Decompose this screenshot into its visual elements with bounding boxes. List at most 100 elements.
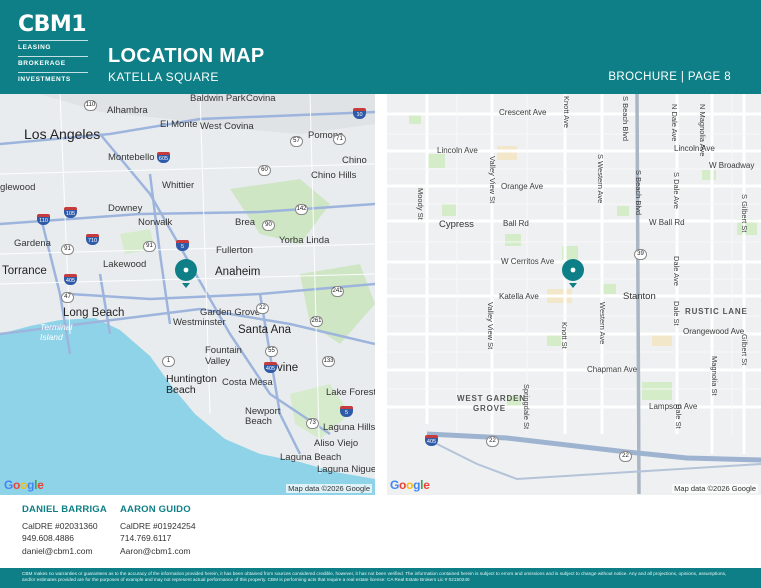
label-los-angeles: Los Angeles [24,126,101,142]
interstate-shield: 5 [340,406,353,417]
disclaimer-footer: CBM makes no warranties or guarantees as… [0,568,761,588]
route-shield: 241 [331,286,344,297]
label-s-western-ave: S Western Ave [596,154,605,204]
label-cypress: Cypress [439,219,474,230]
route-shield: 261 [310,316,323,327]
label-yorba-linda: Yorba Linda [279,235,330,246]
local-map[interactable]: Crescent Ave Lincoln Ave Lincoln Ave W B… [387,94,761,495]
label-costa-mesa: Costa Mesa [222,377,273,388]
contact-phone[interactable]: 714.769.6117 [120,532,196,545]
label-fullerton: Fullerton [216,245,253,256]
label-lincoln-ave-east: Lincoln Ave [674,144,715,153]
contact-email[interactable]: daniel@cbm1.com [22,545,107,558]
label-norwalk: Norwalk [138,217,173,228]
label-w-ball-rd: W Ball Rd [649,218,685,227]
label-huntington-beach: Huntington Beach [166,373,217,396]
route-shield: 39 [634,249,647,260]
label-terminal-island: Terminal Island [40,322,73,342]
interstate-shield: 605 [157,152,170,163]
route-shield: 142 [295,204,308,215]
label-fountain-valley: Fountain Valley [205,345,242,367]
label-dale-st: Dale St [672,301,681,326]
label-s-beach-blvd: S Beach Blvd [634,170,643,216]
label-downey: Downey [108,203,143,214]
label-ball-rd: Ball Rd [503,219,529,228]
contact-name: DANIEL BARRIGA [22,504,107,515]
cbm1-logo: CBM1 LEASING BROKERAGE INVESTMENTS [18,12,88,86]
regional-map-canvas [0,94,375,495]
label-aliso-viejo: Aliso Viejo [314,438,359,449]
label-w-cerritos-ave: W Cerritos Ave [501,257,555,266]
label-west-garden: WEST GARDEN [457,394,526,403]
google-logo: Google [390,478,430,492]
label-brea: Brea [235,217,256,228]
label-valley-view-st-south: Valley View St [486,302,495,350]
label-grove: GROVE [473,404,506,413]
label-chapman-ave: Chapman Ave [587,365,638,374]
contact-card-aaron: AARON GUIDO CalDRE #01924254 714.769.611… [120,504,196,557]
interstate-shield: 5 [176,240,189,251]
label-newport-beach: Newport Beach [245,406,281,427]
label-baldwin-park: Baldwin Park [190,94,246,104]
label-montebello: Montebello [108,152,155,163]
route-shield: 133 [322,356,335,367]
label-westminster: Westminster [173,317,226,328]
route-shield: 90 [262,220,275,231]
label-gardena: Gardena [14,238,51,249]
location-pin-icon[interactable] [174,259,198,289]
route-shield: 110 [84,100,97,111]
contact-phone[interactable]: 949.608.4886 [22,532,107,545]
label-anaheim: Anaheim [215,266,261,278]
route-shield: 1 [162,356,175,367]
label-dale-ave: Dale Ave [672,256,681,286]
route-shield: 22 [256,303,269,314]
label-dale-st-south: Dale St [674,404,683,429]
route-shield: 22 [619,451,632,462]
google-logo: Google [4,478,44,492]
map-attribution: Map data ©2026 Google [286,484,372,493]
regional-map[interactable]: Los Angeles Alhambra Baldwin Park Covina… [0,94,375,495]
label-laguna-beach: Laguna Beach [280,452,342,463]
label-moody-st: Moody St [416,188,425,220]
logo-line-leasing: LEASING [18,40,88,54]
label-santa-ana: Santa Ana [238,324,292,336]
label-n-dale-ave: N Dale Ave [670,104,679,142]
label-crescent-ave: Crescent Ave [499,108,547,117]
route-shield: 91 [61,244,74,255]
label-long-beach: Long Beach [63,307,125,319]
logo-line-investments: INVESTMENTS [18,72,88,86]
label-valley-view-st: Valley View St [488,156,497,204]
label-gilbert-st: Gilbert St [740,334,749,366]
interstate-shield: 405 [264,362,277,373]
interstate-shield: 405 [64,274,77,285]
page-subtitle: KATELLA SQUARE [108,70,219,84]
label-lakewood: Lakewood [103,259,147,270]
map-attribution: Map data ©2026 Google [672,484,758,493]
label-knott-ave: Knott Ave [562,96,571,128]
contact-email[interactable]: Aaron@cbm1.com [120,545,196,558]
route-shield: 22 [486,436,499,447]
interstate-shield: 105 [64,207,77,218]
logo-line-brokerage: BROKERAGE [18,56,88,70]
label-covina: Covina [246,94,276,104]
disclaimer-text: CBM makes no warranties or guarantees as… [22,571,727,582]
contact-license: CalDRE #02031360 [22,520,98,531]
label-orange-ave: Orange Ave [501,182,544,191]
label-west-covina: West Covina [200,121,254,132]
label-torrance: Torrance [2,265,47,277]
label-rustic-lane: RUSTIC LANE [685,307,748,316]
label-s-gilbert-st: S Gilbert St [740,194,749,233]
label-stanton: Stanton [623,291,656,302]
label-orangewood-ave: Orangewood Ave [683,327,745,336]
header-bar: CBM1 LEASING BROKERAGE INVESTMENTS LOCAT… [0,0,761,94]
label-katella-ave: Katella Ave [499,292,539,301]
label-chino-hills: Chino Hills [311,170,357,181]
label-w-broadway: W Broadway [709,161,755,170]
label-inglewood: glewood [0,182,36,193]
route-shield: 47 [61,292,74,303]
contact-license: CalDRE #01924254 [120,520,196,531]
interstate-shield: 405 [425,435,438,446]
label-el-monte: El Monte [160,119,198,130]
location-pin-icon[interactable] [561,259,585,289]
label-springdale-st: Springdale St [522,384,531,430]
